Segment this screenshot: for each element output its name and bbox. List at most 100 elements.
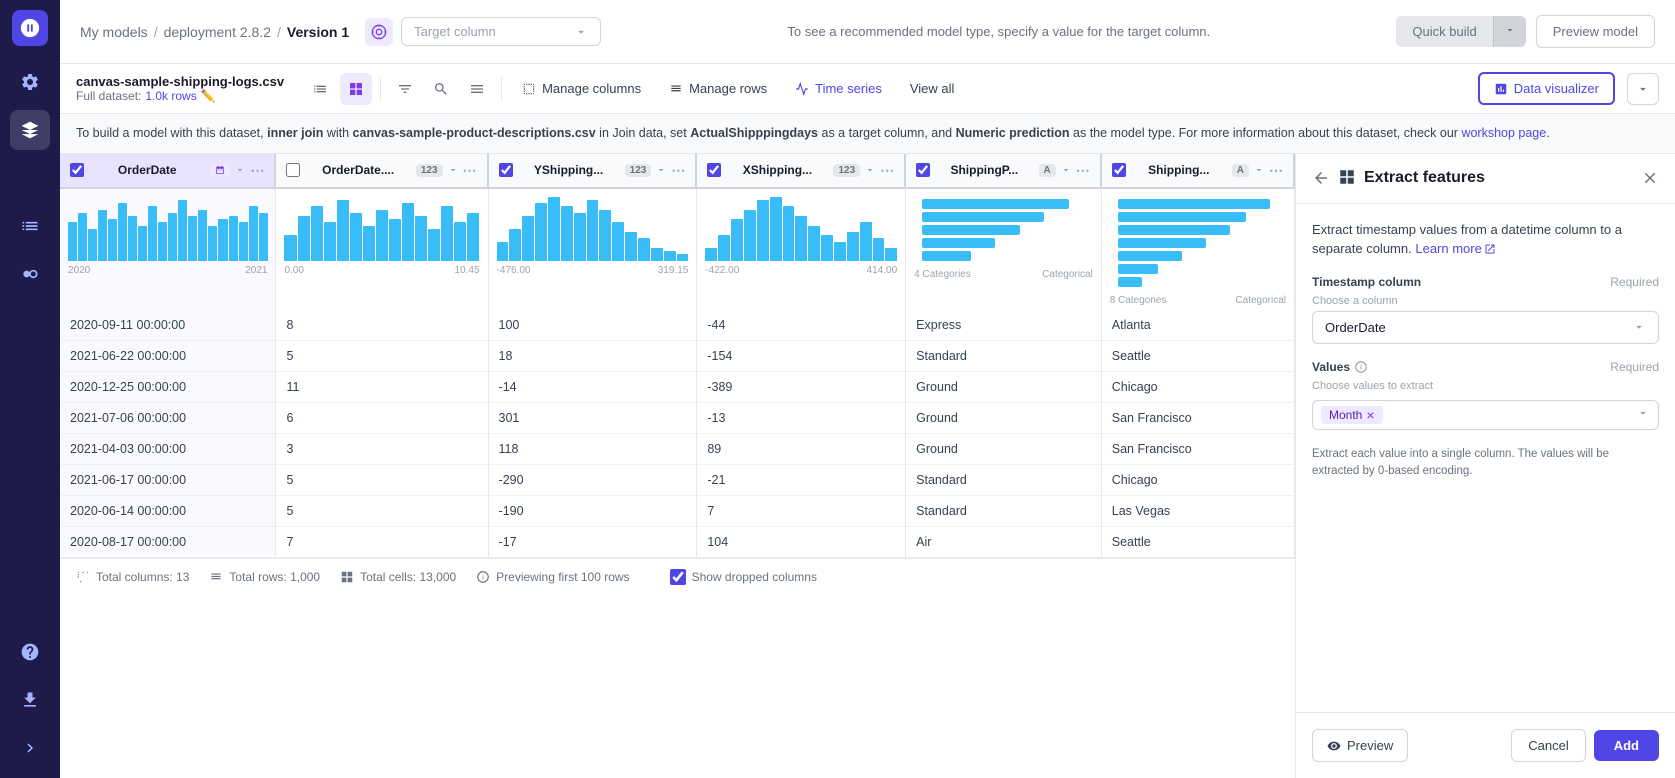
sidebar-item-help[interactable] xyxy=(10,632,50,672)
sidebar-item-models[interactable] xyxy=(10,110,50,150)
separator-1 xyxy=(380,77,381,101)
timestamp-column-select[interactable]: OrderDate xyxy=(1312,311,1659,344)
filter-btn[interactable] xyxy=(389,73,421,105)
time-series-btn[interactable]: Time series xyxy=(783,75,894,102)
table-row: 2021-04-03 00:00:00 3 118 89 Ground San … xyxy=(60,433,1295,464)
list-view-btn[interactable] xyxy=(304,73,336,105)
learn-more-link[interactable]: Learn more xyxy=(1415,239,1495,259)
chart-bars-xshipping xyxy=(705,193,897,263)
col-more-yshipping[interactable]: ⋯ xyxy=(671,162,685,179)
cell-val-4-1: 3 xyxy=(276,433,488,464)
dataset-bar: canvas-sample-shipping-logs.csv Full dat… xyxy=(60,64,1675,114)
search-btn[interactable] xyxy=(425,73,457,105)
cell-val-6-3: 7 xyxy=(697,495,906,526)
col-check-orderdate[interactable] xyxy=(70,163,84,177)
col-check-shipping2[interactable] xyxy=(1112,163,1126,177)
col-name-orderdate2: OrderDate.... xyxy=(304,163,411,177)
sidebar-item-toggle[interactable] xyxy=(10,254,50,294)
col-check-shippingp[interactable] xyxy=(916,163,930,177)
data-table[interactable]: OrderDate ⋯ xyxy=(60,154,1295,778)
separator-2 xyxy=(501,77,502,101)
view-all-label: View all xyxy=(910,81,955,96)
sidebar-expand-btn[interactable] xyxy=(10,728,50,768)
table-row: 2020-09-11 00:00:00 8 100 -44 Express At… xyxy=(60,310,1295,341)
col-more-orderdate2[interactable]: ⋯ xyxy=(463,162,477,179)
top-actions: Quick build Preview model xyxy=(1396,15,1655,48)
edit-icon[interactable]: ✏️ xyxy=(201,89,216,103)
footer-show-dropped: Show dropped columns xyxy=(692,570,817,584)
table-row: 2021-07-06 00:00:00 6 301 -13 Ground San… xyxy=(60,402,1295,433)
cell-date-5: 2021-06-17 00:00:00 xyxy=(60,464,276,495)
sidebar-item-export[interactable] xyxy=(10,680,50,720)
footer-total-cells: Total cells: 13,000 xyxy=(360,570,456,584)
manage-columns-label: Manage columns xyxy=(542,81,641,96)
col-name-shippingp: ShippingP... xyxy=(934,163,1034,177)
col-name-yshipping: YShipping... xyxy=(517,163,621,177)
chart-bars-shipping2 xyxy=(1110,193,1286,293)
cell-val-1-5: Seattle xyxy=(1101,340,1294,371)
col-check-xshipping[interactable] xyxy=(707,163,721,177)
values-tag-select[interactable]: Month × xyxy=(1312,400,1659,430)
cell-val-5-2: -290 xyxy=(488,464,697,495)
quick-build-button[interactable]: Quick build xyxy=(1396,16,1492,47)
panel-back-btn[interactable] xyxy=(1312,169,1330,187)
sidebar-item-asterisk[interactable] xyxy=(10,158,50,198)
show-dropped-checkbox[interactable] xyxy=(670,569,686,585)
values-sub-label: Choose values to extract xyxy=(1312,380,1659,392)
values-section: Values i Required Choose values to extra… xyxy=(1312,360,1659,430)
panel-body: Extract timestamp values from a datetime… xyxy=(1296,204,1675,712)
col-more-xshipping[interactable]: ⋯ xyxy=(880,162,894,179)
col-more-shippingp[interactable]: ⋯ xyxy=(1076,162,1090,179)
col-check-yshipping[interactable] xyxy=(499,163,513,177)
right-panel: Extract features Extract timestamp value… xyxy=(1295,154,1675,778)
footer-preview-note: Previewing first 100 rows xyxy=(496,570,629,584)
table-row: 2020-12-25 00:00:00 11 -14 -389 Ground C… xyxy=(60,371,1295,402)
col-more-orderdate[interactable]: ⋯ xyxy=(250,162,264,179)
cell-date-7: 2020-08-17 00:00:00 xyxy=(60,526,276,557)
grid-view-btn[interactable] xyxy=(340,73,372,105)
data-visualizer-btn[interactable]: Data visualizer xyxy=(1478,72,1615,105)
chart-bars-orderdate xyxy=(68,193,267,263)
cell-date-3: 2021-07-06 00:00:00 xyxy=(60,402,276,433)
breadcrumb: My models / deployment 2.8.2 / Version 1 xyxy=(80,24,349,40)
cell-val-7-2: -17 xyxy=(488,526,697,557)
sidebar-item-settings[interactable] xyxy=(10,62,50,102)
sidebar-item-list[interactable] xyxy=(10,206,50,246)
add-button[interactable]: Add xyxy=(1594,730,1659,761)
tag-dropdown-arrow[interactable] xyxy=(1636,406,1650,423)
cell-val-1-1: 5 xyxy=(276,340,488,371)
workshop-link[interactable]: workshop page xyxy=(1461,126,1546,140)
month-tag-remove[interactable]: × xyxy=(1366,408,1374,422)
panel-footer: Preview Cancel Add xyxy=(1296,712,1675,778)
expand-btn[interactable] xyxy=(1627,73,1659,105)
panel-title: Extract features xyxy=(1364,169,1633,187)
panel-description: Extract timestamp values from a datetime… xyxy=(1312,220,1659,259)
app-logo[interactable] xyxy=(12,10,48,46)
manage-rows-btn[interactable]: Manage rows xyxy=(657,75,779,102)
col-header-shipping2: Shipping... A ⋯ xyxy=(1102,154,1294,187)
preview-model-button[interactable]: Preview model xyxy=(1536,15,1655,48)
cell-val-7-4: Air xyxy=(906,526,1102,557)
values-header: Values i Required xyxy=(1312,360,1659,374)
breadcrumb-my-models[interactable]: My models xyxy=(80,24,148,40)
target-column-select[interactable]: Target column xyxy=(401,17,601,46)
menu-btn[interactable] xyxy=(461,73,493,105)
cell-val-0-3: -44 xyxy=(697,310,906,341)
col-name-xshipping: XShipping... xyxy=(725,163,829,177)
col-check-orderdate2[interactable] xyxy=(286,163,300,177)
manage-columns-btn[interactable]: Manage columns xyxy=(510,75,653,102)
cell-val-3-4: Ground xyxy=(906,402,1102,433)
top-center: To see a recommended model type, specify… xyxy=(617,24,1380,39)
preview-panel-btn[interactable]: Preview xyxy=(1312,729,1408,762)
breadcrumb-deployment[interactable]: deployment 2.8.2 xyxy=(164,24,271,40)
view-all-btn[interactable]: View all xyxy=(898,75,967,102)
cell-date-0: 2020-09-11 00:00:00 xyxy=(60,310,276,341)
quick-build-arrow[interactable] xyxy=(1493,16,1526,47)
dataset-rows-link[interactable]: 1.0k rows xyxy=(145,89,196,103)
svg-text:i: i xyxy=(1360,364,1362,371)
panel-close-btn[interactable] xyxy=(1641,169,1659,187)
cancel-button[interactable]: Cancel xyxy=(1511,729,1585,762)
col-type-xshipping: 123 xyxy=(833,164,860,177)
target-column-wrapper: Target column xyxy=(365,17,601,46)
col-more-shipping2[interactable]: ⋯ xyxy=(1269,162,1283,179)
